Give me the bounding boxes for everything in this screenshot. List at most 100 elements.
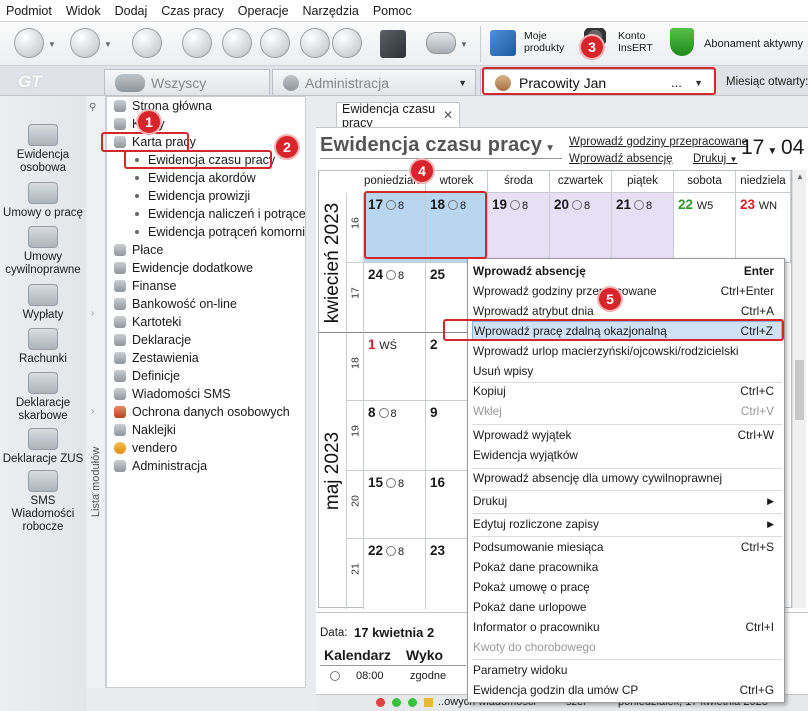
tree-item-strona-glowna[interactable]: Strona główna: [107, 97, 305, 115]
leftbar-deklaracje-skarbowe[interactable]: Deklaracje skarbowe: [0, 372, 86, 423]
menu-item-absencja-cywilnoprawna[interactable]: Wprowadź absencję dla umowy cywilnoprawn…: [472, 468, 782, 488]
day-cell-saturday[interactable]: 22 W5: [674, 193, 736, 263]
month-selector[interactable]: 04: [781, 136, 804, 160]
document-tab[interactable]: Ewidencja czasu pracy ✕: [336, 102, 460, 130]
leftbar-umowy-cywilnoprawne[interactable]: Umowy cywilnoprawne: [0, 226, 86, 277]
menu-item-wklej[interactable]: Wklej Ctrl+V: [472, 401, 782, 421]
day-cell[interactable]: 22 8: [364, 539, 426, 609]
document-check-icon[interactable]: [222, 28, 252, 58]
tree-item-wiadomosci-sms[interactable]: Wiadomości SMS: [107, 385, 305, 403]
menu-item-wprowadz-absencje[interactable]: Wprowadź absencję Enter: [472, 261, 782, 281]
tree-item-naklejki[interactable]: Naklejki: [107, 421, 305, 439]
abonament-status[interactable]: Abonament aktywny: [704, 38, 803, 50]
pin-icon[interactable]: ⚲: [89, 102, 96, 113]
tree-item-administracja[interactable]: Administracja: [107, 457, 305, 475]
menu-czas-pracy[interactable]: Czas pracy: [161, 4, 224, 18]
menu-narzedzia[interactable]: Narzędzia: [303, 4, 359, 18]
day-cell[interactable]: 88: [364, 401, 426, 471]
printer-icon[interactable]: [260, 28, 290, 58]
leftbar-umowy-o-prace[interactable]: Umowy o pracę: [0, 182, 86, 220]
menu-item-parametry-widoku[interactable]: Parametry widoku: [472, 660, 782, 680]
dropdown-arrow-icon[interactable]: ▼: [104, 40, 112, 49]
tree-item-vendero[interactable]: vendero: [107, 439, 305, 457]
chevron-down-icon[interactable]: ▼: [545, 143, 555, 154]
tree-item-finanse[interactable]: Finanse: [107, 277, 305, 295]
tree-item-deklaracje[interactable]: Deklaracje: [107, 331, 305, 349]
tab-wszyscy[interactable]: Wszyscy: [104, 69, 270, 95]
menu-item-ewidencja-godzin-cp[interactable]: Ewidencja godzin dla umów CP Ctrl+G: [472, 680, 782, 700]
dropdown-arrow-icon[interactable]: ▼: [48, 40, 56, 49]
menu-dodaj[interactable]: Dodaj: [115, 4, 148, 18]
shield-check-icon[interactable]: [670, 28, 694, 56]
tree-item-ewidencja-naliczen[interactable]: Ewidencja naliczeń i potrąceń: [107, 205, 305, 223]
menu-pomoc[interactable]: Pomoc: [373, 4, 412, 18]
day-cell-sunday[interactable]: 23 WN: [736, 193, 791, 263]
menu-item-dane-pracownika[interactable]: Pokaż dane pracownika: [472, 557, 782, 577]
receive-icon[interactable]: [70, 28, 100, 58]
leftbar-sms[interactable]: SMS Wiadomości robocze: [0, 470, 86, 534]
day-cell[interactable]: 21 8: [612, 193, 674, 263]
help-icon[interactable]: [300, 28, 330, 58]
scroll-up-icon[interactable]: ▲: [796, 172, 804, 181]
menu-item-urlop-macierzynski[interactable]: Wprowadź urlop macierzyński/ojcowski/rod…: [472, 341, 782, 361]
menu-podmiot[interactable]: Podmiot: [6, 4, 52, 18]
day-cell[interactable]: 20 8: [550, 193, 612, 263]
stamp-icon[interactable]: [132, 28, 162, 58]
vertical-scrollbar[interactable]: ▲: [792, 170, 806, 608]
tree-item-kartoteki[interactable]: Kartoteki: [107, 313, 305, 331]
tab-administracja[interactable]: Administracja ▼: [272, 69, 476, 95]
day-cell[interactable]: 19 8: [488, 193, 550, 263]
moje-produkty-button[interactable]: Moje produkty: [524, 30, 564, 54]
link-wprowadz-absencje[interactable]: Wprowadź absencję: [569, 153, 673, 165]
tree-item-definicje[interactable]: Definicje: [107, 367, 305, 385]
menu-item-umowa-o-prace[interactable]: Pokaż umowę o pracę: [472, 577, 782, 597]
document-edit-icon[interactable]: [182, 28, 212, 58]
menu-item-kopiuj[interactable]: Kopiuj Ctrl+C: [472, 381, 782, 401]
close-icon[interactable]: ✕: [443, 108, 453, 122]
leftbar-deklaracje-zus[interactable]: Deklaracje ZUS: [0, 428, 86, 466]
day-cell-holiday[interactable]: 1 WŚ: [364, 333, 426, 401]
leftbar-ewidencja-osobowa[interactable]: Ewidencja osobowa: [0, 124, 86, 175]
menu-item-dane-urlopowe[interactable]: Pokaż dane urlopowe: [472, 597, 782, 617]
tree-item-ewidencje-dodatkowe[interactable]: Ewidencje dodatkowe: [107, 259, 305, 277]
menu-item-wprowadz-atrybut[interactable]: Wprowadź atrybut dnia Ctrl+A: [472, 301, 782, 321]
chevron-right-icon[interactable]: ›: [91, 308, 94, 319]
link-wprowadz-godziny[interactable]: Wprowadź godziny przepracowane: [569, 136, 748, 148]
products-icon[interactable]: [490, 30, 516, 56]
tree-item-zestawienia[interactable]: Zestawienia: [107, 349, 305, 367]
menu-item-kwoty-chorobowe[interactable]: Kwoty do chorobowego: [472, 637, 782, 657]
globe-icon[interactable]: [332, 28, 362, 58]
send-icon[interactable]: [14, 28, 44, 58]
chevron-down-icon[interactable]: ▼: [767, 146, 777, 157]
menu-widok[interactable]: Widok: [66, 4, 101, 18]
day-cell[interactable]: 24 8: [364, 263, 426, 333]
menu-item-edytuj-rozliczone[interactable]: Edytuj rozliczone zapisy ▶: [472, 514, 782, 534]
tree-item-ewidencja-prowizji[interactable]: Ewidencja prowizji: [107, 187, 305, 205]
page-title[interactable]: Ewidencja czasu pracy ▼: [320, 134, 555, 157]
chevron-down-icon[interactable]: ▼: [458, 78, 467, 88]
day-cell[interactable]: 15 8: [364, 471, 426, 539]
cloud-icon[interactable]: [426, 32, 456, 54]
tree-item-place[interactable]: Płace: [107, 241, 305, 259]
drukuj-button[interactable]: Drukuj ▼: [693, 153, 737, 165]
menu-item-ewidencja-wyjatkow[interactable]: Ewidencja wyjątków: [472, 445, 782, 465]
konto-insert-button[interactable]: Konto InsERT: [618, 30, 653, 54]
tree-item-ochrona-danych[interactable]: Ochrona danych osobowych: [107, 403, 305, 421]
menu-item-drukuj[interactable]: Drukuj ▶: [472, 491, 782, 511]
menu-item-wprowadz-godziny[interactable]: Wprowadź godziny przepracowane Ctrl+Enter: [472, 281, 782, 301]
dropdown-arrow-icon[interactable]: ▼: [460, 40, 468, 49]
chevron-right-icon[interactable]: ›: [91, 488, 94, 499]
scrollbar-thumb[interactable]: [795, 360, 804, 420]
menu-item-wprowadz-wyjatek[interactable]: Wprowadź wyjątek Ctrl+W: [472, 425, 782, 445]
menu-item-podsumowanie[interactable]: Podsumowanie miesiąca Ctrl+S: [472, 537, 782, 557]
box-icon[interactable]: [380, 30, 406, 58]
tree-item-ewidencja-potracen[interactable]: Ewidencja potrąceń komorniczych: [107, 223, 305, 241]
day-selector[interactable]: 17 ▼: [741, 136, 777, 160]
tree-item-bankowosc[interactable]: Bankowość on-line: [107, 295, 305, 313]
leftbar-wyplaty[interactable]: Wypłaty: [0, 284, 86, 322]
leftbar-rachunki[interactable]: Rachunki: [0, 328, 86, 366]
menu-item-informator[interactable]: Informator o pracowniku Ctrl+I: [472, 617, 782, 637]
chevron-right-icon[interactable]: ›: [91, 406, 94, 417]
menu-item-usun-wpisy[interactable]: Usuń wpisy: [472, 361, 782, 381]
tree-item-ewidencja-akordow[interactable]: Ewidencja akordów: [107, 169, 305, 187]
